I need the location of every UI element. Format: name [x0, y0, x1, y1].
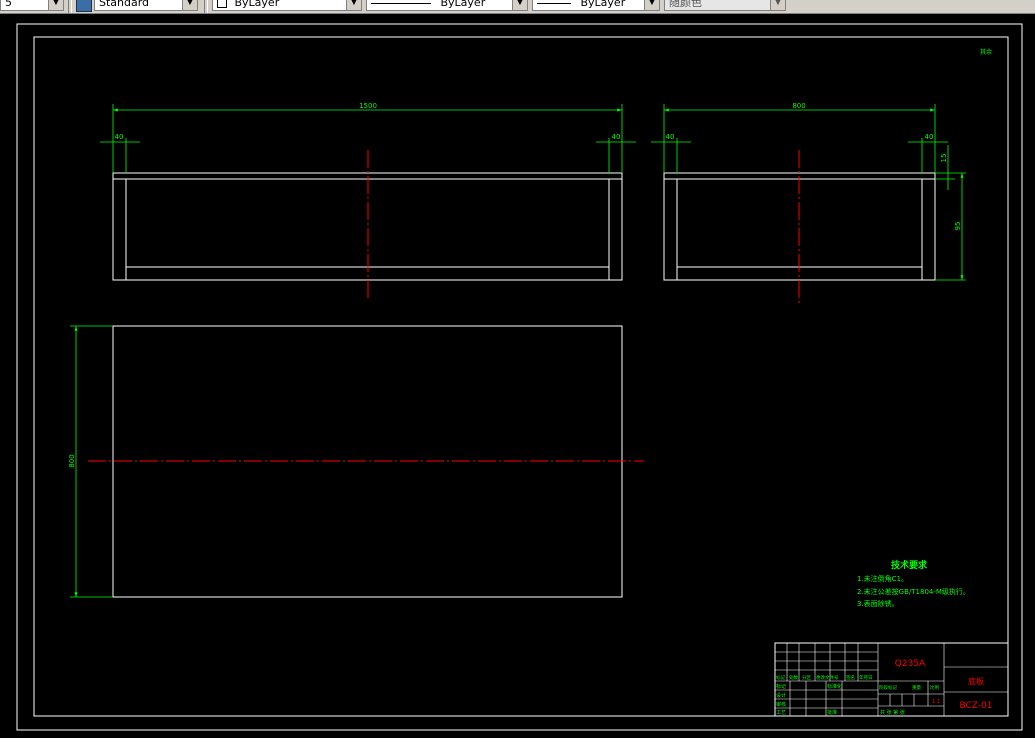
- side-top-dim: 15: [940, 154, 948, 163]
- layer-color-value: ByLayer: [234, 0, 280, 9]
- layer-color-dropdown[interactable]: ByLayer ▼: [212, 0, 362, 11]
- properties-toolbar: 5 ▼ Standard ▼ ByLayer ▼ ByLayer ▼ ByLay…: [0, 0, 1035, 14]
- front-right-inset-dim: 40: [612, 133, 621, 141]
- title-header-zone: 分区: [802, 674, 811, 681]
- partial-dropdown[interactable]: 5 ▼: [0, 0, 64, 11]
- title-approve-label: 批准: [827, 709, 837, 716]
- title-sheet-label: 共 张 第 张: [880, 709, 905, 716]
- title-block: 标记 处数 分区 更改文件号 签名 年月日 标记 设计 审核 工艺 标准化 批准…: [774, 642, 1009, 717]
- title-header-mark: 标记: [776, 674, 785, 681]
- sheet-inner-border: [33, 36, 1009, 717]
- layer-color-swatch-icon: [217, 0, 227, 8]
- title-scale-value: 1:1: [932, 699, 940, 705]
- title-stage-label: 阶段标记: [879, 684, 897, 691]
- title-header-docno: 更改文件号: [816, 674, 839, 681]
- toolbar-separator: [68, 0, 72, 13]
- title-header-sign: 签名: [846, 674, 855, 681]
- notes-line-2: 2.未注公差按GB/T1804-M级执行。: [857, 587, 970, 596]
- title-header-count: 处数: [789, 674, 798, 681]
- title-std-label: 标准化: [827, 683, 842, 690]
- notes-title: 技术要求: [891, 559, 928, 571]
- chevron-down-icon[interactable]: ▼: [346, 0, 361, 10]
- linetype-sample-icon: [371, 2, 431, 4]
- title-weight-label: 重量: [912, 684, 921, 691]
- title-row-process: 工艺: [776, 710, 786, 716]
- plot-style-dropdown[interactable]: 随颜色 ▼: [664, 0, 786, 11]
- dim-style-value: Standard: [99, 0, 150, 9]
- linetype-dropdown[interactable]: ByLayer ▼: [366, 0, 528, 11]
- linetype-value: ByLayer: [440, 0, 486, 9]
- technical-notes: 技术要求 1.未注倒角C1。 2.未注公差按GB/T1804-M级执行。 3.表…: [857, 559, 970, 608]
- title-scale-label: 比例: [930, 684, 939, 691]
- chevron-down-icon[interactable]: ▼: [512, 0, 527, 10]
- lineweight-dropdown[interactable]: ByLayer ▼: [532, 0, 660, 11]
- front-left-inset-dim: 40: [115, 133, 124, 141]
- front-width-dim: 1500: [359, 102, 377, 110]
- chevron-down-icon[interactable]: ▼: [48, 0, 63, 10]
- front-view: 1500 40 40: [100, 102, 636, 299]
- dim-style-dropdown[interactable]: Standard ▼: [94, 0, 198, 11]
- plan-height-dim: 800: [68, 454, 76, 467]
- lineweight-sample-icon: [537, 2, 571, 4]
- side-view: 800 40 40 15 95: [651, 102, 966, 304]
- title-row-design: 设计: [776, 692, 786, 699]
- side-left-inset-dim: 40: [666, 133, 675, 141]
- title-material: Q235A: [895, 659, 926, 669]
- title-part-name: 底板: [968, 676, 984, 686]
- side-width-dim: 800: [792, 102, 805, 110]
- title-row-mark: 标记: [776, 683, 786, 690]
- chevron-down-icon[interactable]: ▼: [182, 0, 197, 10]
- lineweight-value: ByLayer: [580, 0, 626, 9]
- chevron-down-icon[interactable]: ▼: [644, 0, 659, 10]
- title-header-date: 年月日: [859, 674, 873, 681]
- partial-dropdown-value: 5: [5, 0, 12, 9]
- surface-finish-mark: 其余: [980, 48, 992, 56]
- title-row-review: 审核: [776, 701, 786, 708]
- notes-line-3: 3.表面除锈。: [857, 599, 899, 608]
- plan-view: 800: [68, 325, 644, 598]
- drawing-canvas[interactable]: 其余 1500 40 40 800 40 40 15 95 800 技术要求 1…: [0, 14, 1035, 738]
- chevron-down-icon[interactable]: ▼: [770, 0, 785, 10]
- side-right-inset-dim: 40: [925, 133, 934, 141]
- toolbar-separator: [204, 0, 208, 13]
- dim-style-icon[interactable]: [76, 0, 92, 12]
- plot-style-value: 随颜色: [669, 0, 702, 9]
- title-drawing-number: BCZ-01: [959, 701, 992, 711]
- sheet-outer-border: [16, 23, 1023, 731]
- notes-line-1: 1.未注倒角C1。: [857, 574, 908, 583]
- side-height-dim: 95: [954, 222, 962, 231]
